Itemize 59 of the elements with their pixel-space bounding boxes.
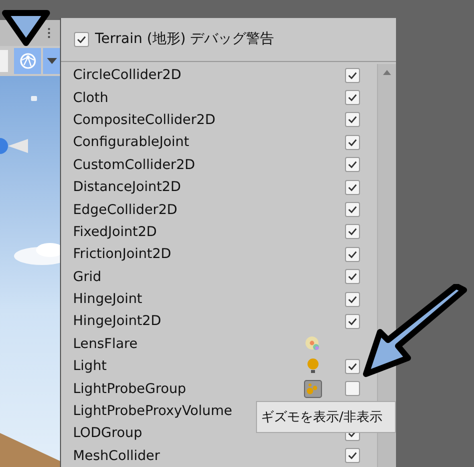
component-name: LightProbeProxyVolume [73, 403, 232, 420]
lens-flare-icon [305, 336, 321, 352]
checkbox[interactable] [345, 269, 360, 284]
component-name: HingeJoint2D [73, 313, 162, 330]
component-name: CircleCollider2D [73, 67, 182, 84]
component-name: EdgeCollider2D [73, 202, 178, 218]
checkbox[interactable] [345, 358, 360, 374]
light-probes-icon [304, 380, 322, 398]
component-name: FrictionJoint2D [73, 246, 172, 262]
checkbox[interactable] [345, 224, 360, 240]
checkbox[interactable] [345, 134, 360, 150]
checkbox[interactable] [345, 448, 360, 464]
checkmark-icon [347, 450, 358, 462]
checkmark-icon [347, 248, 358, 260]
caret-icon [46, 58, 56, 64]
component-name: Cloth [73, 90, 108, 106]
checkmark-icon [347, 159, 358, 170]
checkmark-icon [347, 114, 358, 126]
tooltip: ギズモを表示/非表示 [256, 401, 396, 433]
option-label: Terrain (地形) デバッグ警告 [95, 30, 274, 48]
checkmark-icon [347, 271, 358, 282]
checkmark-icon [347, 360, 358, 372]
checkmark-icon [347, 204, 358, 215]
checkbox[interactable] [345, 246, 360, 262]
checkmark-icon [76, 34, 87, 44]
checkbox[interactable] [345, 68, 360, 83]
component-name: LightProbeGroup [73, 380, 186, 397]
checkmark-icon [347, 182, 358, 193]
component-name: CustomCollider2D [73, 156, 196, 173]
checkmark-icon [347, 294, 358, 305]
checkmark-icon [347, 316, 358, 327]
component-name: HingeJoint [73, 291, 142, 308]
checkmark-icon [347, 136, 358, 148]
checkbox[interactable] [345, 180, 360, 195]
checkmark-icon [347, 70, 358, 81]
component-name: ConfigurableJoint [73, 134, 190, 150]
triangle-marker-drawing [0, 8, 52, 48]
checkmark-icon [347, 92, 358, 104]
component-name: LensFlare [73, 336, 138, 352]
checkbox[interactable] [74, 32, 89, 46]
dropdown-button[interactable] [43, 48, 60, 74]
component-name: LODGroup [73, 425, 142, 442]
checkbox[interactable] [345, 202, 360, 217]
globe-icon [18, 52, 36, 70]
component-name: FixedJoint2D [73, 224, 157, 240]
component-name: CompositeCollider2D [73, 112, 216, 128]
checkmark-icon [347, 226, 358, 238]
checkbox[interactable] [345, 381, 360, 396]
checkbox[interactable] [345, 112, 360, 128]
checkbox[interactable] [345, 90, 360, 106]
component-name: MeshCollider [73, 448, 160, 464]
component-name: DistanceJoint2D [73, 179, 181, 196]
search-field[interactable] [0, 50, 8, 72]
component-name: Light [73, 358, 107, 374]
checkbox[interactable] [345, 157, 360, 172]
component-name: Grid [73, 268, 102, 285]
checkbox[interactable] [345, 314, 360, 329]
checkbox[interactable] [345, 292, 360, 307]
light-bulb-icon [306, 358, 320, 375]
